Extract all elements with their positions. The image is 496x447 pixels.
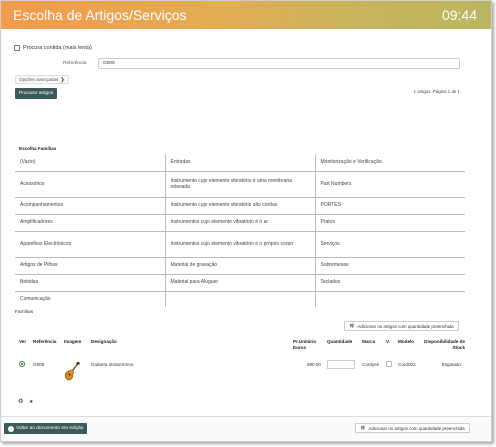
result-referencia: G005 xyxy=(33,362,45,367)
cart-icon: 🛒︎ xyxy=(349,323,356,329)
footer-bar: ← Voltar ao documento em edição 🛒︎ Adici… xyxy=(1,416,491,441)
family-item[interactable]: Monitorização e Verificação xyxy=(314,154,465,172)
family-item[interactable]: Instrumento cujo elemento vibratório é u… xyxy=(164,170,316,198)
col-header-modelo: Modelo xyxy=(398,339,415,344)
clock: 09:44 xyxy=(441,7,477,23)
contained-search-checkbox[interactable] xyxy=(14,45,20,51)
reference-input[interactable] xyxy=(98,58,460,69)
add-articles-label: Adicionar os artigos com quantidade pree… xyxy=(357,323,454,329)
family-item[interactable]: Comunicação xyxy=(15,290,166,307)
col-header-designacao: Designação xyxy=(91,339,117,344)
col-header-preco: Pr.Unitário Euros xyxy=(293,339,317,350)
families-caption: Famílias xyxy=(15,310,34,315)
contained-search-option[interactable]: Procura contida (mais lenta) xyxy=(14,45,92,51)
family-item[interactable]: PORTES xyxy=(314,196,465,215)
col-header-v: V. xyxy=(386,339,390,344)
advanced-options-label: Opções avançadas xyxy=(19,77,59,82)
page-title: Escolha de Artigos/Serviços xyxy=(13,7,187,23)
star-icon[interactable]: ★ xyxy=(29,399,33,405)
family-item[interactable]: Pratos xyxy=(314,213,465,232)
advanced-options-toggle[interactable]: Opções avançadas ❯ xyxy=(15,75,69,84)
family-item[interactable]: Artigos de Pilhas xyxy=(15,256,166,275)
family-item[interactable]: Material de gravação xyxy=(164,256,316,275)
family-item[interactable]: Bebidas xyxy=(15,273,166,292)
col-header-marca: Marca xyxy=(362,339,376,344)
family-item-empty xyxy=(314,290,465,307)
family-item[interactable]: Acessórios xyxy=(15,170,166,198)
family-item[interactable]: Acompanhamentos xyxy=(15,196,166,215)
quantity-input[interactable] xyxy=(327,360,355,369)
family-item[interactable]: Part Numbers xyxy=(314,170,465,198)
family-item[interactable]: (Vazio) xyxy=(15,154,166,172)
paging-info: 1 artigos. Página 1 de 1 xyxy=(413,89,460,94)
family-item[interactable]: Instrumento cujo elemento vibratório são… xyxy=(164,196,316,215)
family-item[interactable]: Amplificadores xyxy=(15,213,166,232)
col-header-ver: Ver xyxy=(19,339,27,344)
family-item[interactable]: Sobremesas xyxy=(314,256,465,275)
result-designacao: Guitarra stratorirrimo xyxy=(91,362,134,367)
family-item[interactable]: Aparelhos Electrónicos xyxy=(15,230,166,258)
family-item[interactable]: Material para Aluguer xyxy=(164,273,316,292)
window: Escolha de Artigos/Serviços 09:44 Procur… xyxy=(0,0,492,442)
col-header-quantidade: Quantidade xyxy=(327,339,353,344)
guitar-image[interactable] xyxy=(64,362,80,381)
families-table: (Vazio) Entradas Monitorização e Verific… xyxy=(15,154,465,307)
add-articles-footer-label: Adicionar os artigos com quantidade pree… xyxy=(368,425,465,431)
family-item[interactable]: Teclados xyxy=(314,273,465,292)
result-marca: Cordyes xyxy=(362,362,380,367)
family-item[interactable]: Instrumentos cujo elemento vibratório é … xyxy=(164,213,316,232)
col-header-referencia: Referência xyxy=(33,339,57,344)
recycle-icon[interactable]: ♻ xyxy=(18,398,23,405)
cart-icon: 🛒︎ xyxy=(360,425,367,431)
result-stock: Esgotado xyxy=(441,362,461,367)
reference-label: Referência: xyxy=(63,61,88,66)
search-articles-button[interactable]: Procurar artigos xyxy=(15,88,58,99)
add-articles-button-footer[interactable]: 🛒︎ Adicionar os artigos com quantidade p… xyxy=(355,423,470,433)
view-icon[interactable] xyxy=(19,361,25,367)
col-header-imagem: Imagem xyxy=(64,339,82,344)
family-item[interactable]: Serviços xyxy=(314,230,465,258)
contained-search-label: Procura contida (mais lenta) xyxy=(23,45,92,51)
back-to-document-button[interactable]: ← Voltar ao documento em edição xyxy=(4,423,88,434)
arrow-left-icon: ← xyxy=(8,425,14,432)
family-item-empty xyxy=(164,290,316,307)
v-checkbox[interactable] xyxy=(386,361,392,367)
back-to-document-label: Voltar ao documento em edição xyxy=(16,426,84,431)
family-item[interactable]: Instrumentos cujo elemento vibratório é … xyxy=(164,230,316,258)
col-header-stock: Disponibilidade de Stock xyxy=(424,339,465,350)
header-bar: Escolha de Artigos/Serviços 09:44 xyxy=(1,1,491,29)
result-modelo: Cord002 xyxy=(398,362,416,367)
families-title: Escolha Famílias xyxy=(19,146,57,151)
add-articles-button[interactable]: 🛒︎ Adicionar os artigos com quantidade p… xyxy=(344,321,459,331)
result-preco: 680.00 xyxy=(306,362,321,367)
chevron-down-icon: ❯ xyxy=(60,76,65,83)
family-item[interactable]: Entradas xyxy=(164,154,316,172)
